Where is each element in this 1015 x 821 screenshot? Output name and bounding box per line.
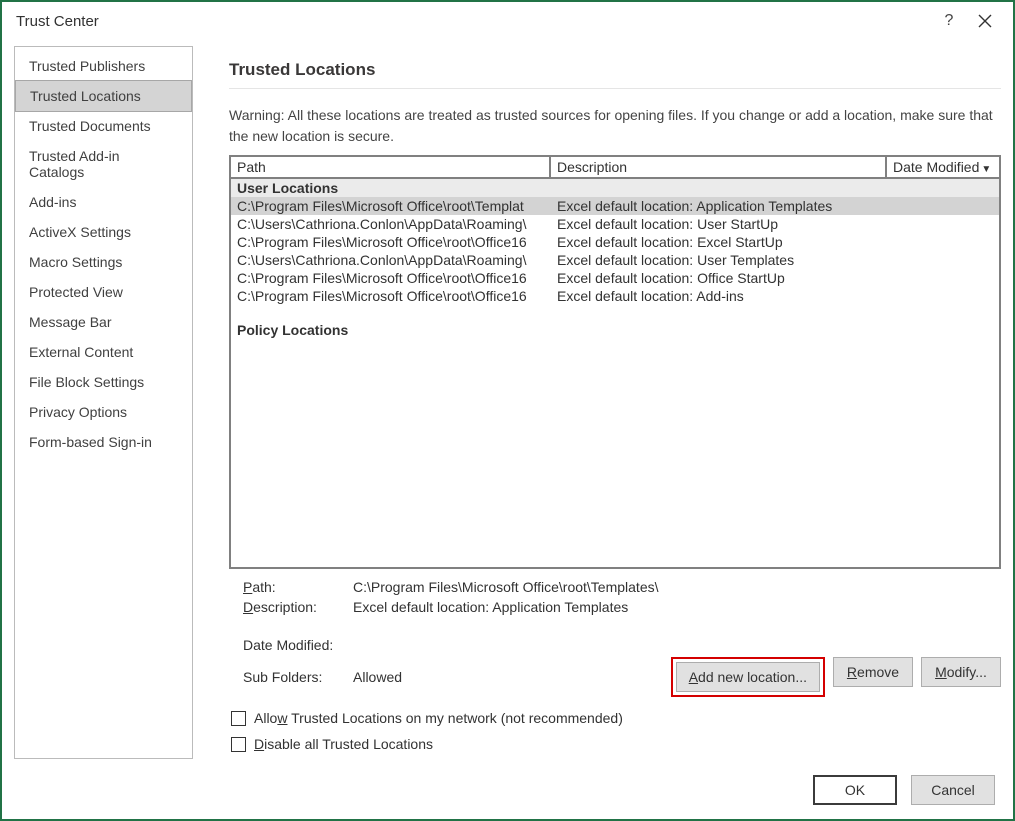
cell-date xyxy=(887,252,999,268)
sidebar-item-protected-view[interactable]: Protected View xyxy=(15,277,192,307)
cell-desc: Excel default location: Excel StartUp xyxy=(551,234,887,250)
table-row[interactable]: C:\Program Files\Microsoft Office\root\T… xyxy=(231,197,999,215)
allow-network-option[interactable]: Allow Trusted Locations on my network (n… xyxy=(229,705,1001,731)
sort-caret-icon: ▼ xyxy=(981,164,991,175)
trust-center-window: Trust Center ? Trusted Publishers Truste… xyxy=(0,0,1015,821)
details-subfolders-label: Sub Folders: xyxy=(243,669,353,685)
ok-button[interactable]: OK xyxy=(813,775,897,805)
cell-path: C:\Users\Cathriona.Conlon\AppData\Roamin… xyxy=(231,252,551,268)
cell-date xyxy=(887,216,999,232)
section-user-locations: User Locations xyxy=(231,179,999,197)
details-pane: Path: C:\Program Files\Microsoft Office\… xyxy=(229,577,1001,699)
remove-button[interactable]: Remove xyxy=(833,657,913,687)
table-row[interactable]: C:\Program Files\Microsoft Office\root\O… xyxy=(231,233,999,251)
details-path-value: C:\Program Files\Microsoft Office\root\T… xyxy=(353,579,659,595)
sidebar-item-trusted-documents[interactable]: Trusted Documents xyxy=(15,111,192,141)
cell-desc: Excel default location: Application Temp… xyxy=(551,198,887,214)
sidebar-item-privacy-options[interactable]: Privacy Options xyxy=(15,397,192,427)
sidebar-item-form-based-signin[interactable]: Form-based Sign-in xyxy=(15,427,192,457)
sidebar-item-message-bar[interactable]: Message Bar xyxy=(15,307,192,337)
sidebar-item-external-content[interactable]: External Content xyxy=(15,337,192,367)
cell-desc: Excel default location: Office StartUp xyxy=(551,270,887,286)
options-checkboxes: Allow Trusted Locations on my network (n… xyxy=(229,705,1001,757)
sidebar-item-file-block-settings[interactable]: File Block Settings xyxy=(15,367,192,397)
column-date-modified[interactable]: Date Modified▼ xyxy=(887,157,999,177)
cell-desc: Excel default location: User StartUp xyxy=(551,216,887,232)
cell-desc: Excel default location: Add-ins xyxy=(551,288,887,304)
table-row[interactable]: C:\Program Files\Microsoft Office\root\O… xyxy=(231,287,999,305)
cell-path: C:\Program Files\Microsoft Office\root\O… xyxy=(231,270,551,286)
cancel-button[interactable]: Cancel xyxy=(911,775,995,805)
close-icon xyxy=(978,14,992,28)
table-row[interactable]: C:\Users\Cathriona.Conlon\AppData\Roamin… xyxy=(231,251,999,269)
checkbox-icon[interactable] xyxy=(231,711,246,726)
sidebar-item-trusted-addin-catalogs[interactable]: Trusted Add-in Catalogs xyxy=(15,141,192,187)
column-date-label: Date Modified xyxy=(893,159,979,175)
cell-path: C:\Program Files\Microsoft Office\root\O… xyxy=(231,234,551,250)
close-button[interactable] xyxy=(967,14,1003,28)
sidebar-item-macro-settings[interactable]: Macro Settings xyxy=(15,247,192,277)
add-new-location-button[interactable]: Add new location... xyxy=(676,662,820,692)
cell-date xyxy=(887,270,999,286)
titlebar: Trust Center ? xyxy=(2,2,1013,40)
grid-body[interactable]: User Locations C:\Program Files\Microsof… xyxy=(231,177,999,567)
window-title: Trust Center xyxy=(12,13,931,30)
heading-divider xyxy=(229,88,1001,89)
modify-button[interactable]: Modify... xyxy=(921,657,1001,687)
cell-path: C:\Users\Cathriona.Conlon\AppData\Roamin… xyxy=(231,216,551,232)
locations-grid: Path Description Date Modified▼ User Loc… xyxy=(229,155,1001,569)
cell-date xyxy=(887,234,999,250)
cell-date xyxy=(887,288,999,304)
details-description-label: Description: xyxy=(243,599,353,615)
dialog-footer: OK Cancel xyxy=(2,769,1013,819)
main-panel: Trusted Locations Warning: All these loc… xyxy=(229,46,1001,759)
sidebar-item-add-ins[interactable]: Add-ins xyxy=(15,187,192,217)
add-location-highlight: Add new location... xyxy=(671,657,825,697)
disable-all-label: Disable all Trusted Locations xyxy=(254,736,433,752)
details-path-label: Path: xyxy=(243,579,353,595)
grid-header: Path Description Date Modified▼ xyxy=(231,157,999,177)
table-row[interactable]: C:\Program Files\Microsoft Office\root\O… xyxy=(231,269,999,287)
column-description[interactable]: Description xyxy=(551,157,887,177)
help-button[interactable]: ? xyxy=(931,12,967,30)
disable-all-option[interactable]: Disable all Trusted Locations xyxy=(229,731,1001,757)
details-date-label: Date Modified: xyxy=(243,637,353,653)
cell-path: C:\Program Files\Microsoft Office\root\O… xyxy=(231,288,551,304)
sidebar-item-trusted-publishers[interactable]: Trusted Publishers xyxy=(15,51,192,81)
sidebar-item-trusted-locations[interactable]: Trusted Locations xyxy=(15,80,192,112)
allow-network-label: Allow Trusted Locations on my network (n… xyxy=(254,710,623,726)
dialog-body: Trusted Publishers Trusted Locations Tru… xyxy=(2,40,1013,769)
cell-path: C:\Program Files\Microsoft Office\root\T… xyxy=(231,198,551,214)
cell-desc: Excel default location: User Templates xyxy=(551,252,887,268)
warning-text: Warning: All these locations are treated… xyxy=(229,105,1001,147)
sidebar-item-activex-settings[interactable]: ActiveX Settings xyxy=(15,217,192,247)
action-buttons: Add new location... Remove Modify... xyxy=(671,657,1001,697)
details-description-value: Excel default location: Application Temp… xyxy=(353,599,628,615)
sidebar: Trusted Publishers Trusted Locations Tru… xyxy=(14,46,193,759)
section-policy-locations: Policy Locations xyxy=(231,321,999,339)
column-path[interactable]: Path xyxy=(231,157,551,177)
checkbox-icon[interactable] xyxy=(231,737,246,752)
table-row[interactable]: C:\Users\Cathriona.Conlon\AppData\Roamin… xyxy=(231,215,999,233)
details-subfolders-value: Allowed xyxy=(353,669,402,685)
panel-heading: Trusted Locations xyxy=(229,60,1001,80)
cell-date xyxy=(887,198,999,214)
